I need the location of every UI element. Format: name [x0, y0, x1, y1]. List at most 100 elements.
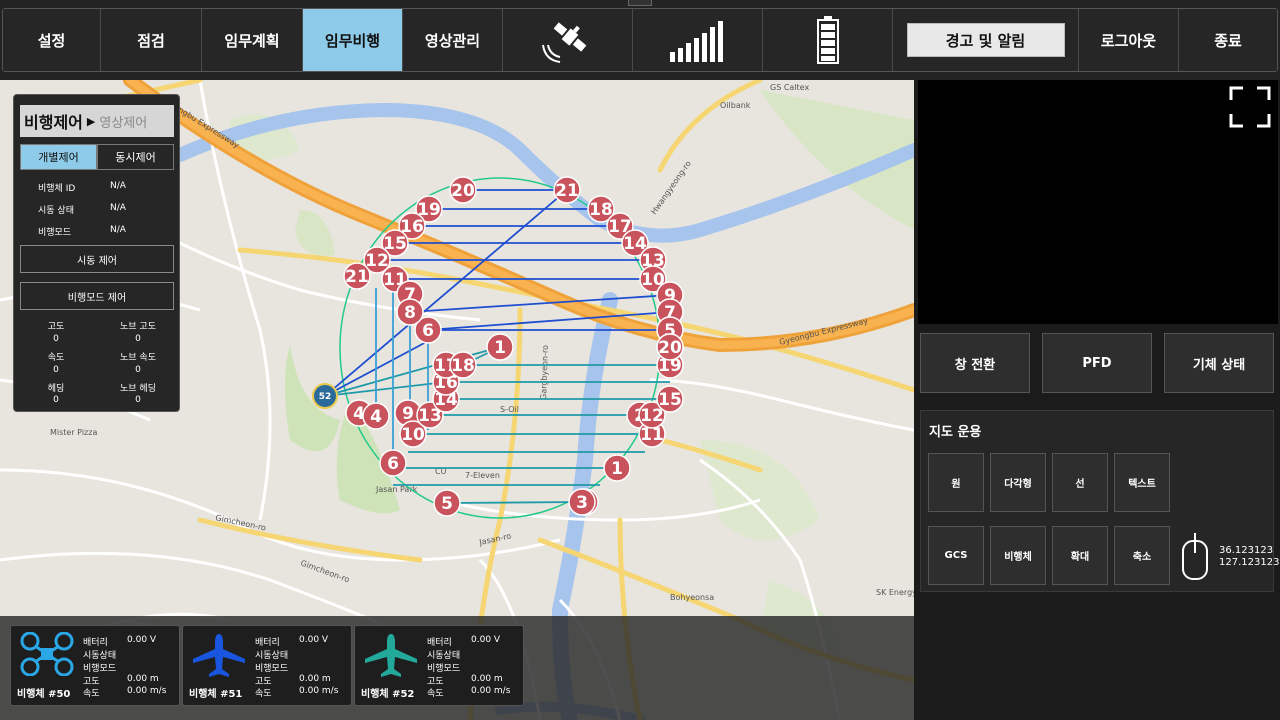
- battery-value: 0.00 V: [299, 635, 329, 645]
- speed-value: 0.00 m/s: [471, 686, 511, 696]
- waypoint-inner-15[interactable]: 15: [656, 385, 684, 413]
- flight-mode-control-button[interactable]: 비행모드 제어: [20, 282, 174, 310]
- waypoint-outer-21[interactable]: 21: [553, 176, 581, 204]
- vehicle-name: 비행체 #50: [17, 689, 71, 700]
- cursor-longitude: 127.123123: [1219, 557, 1280, 568]
- vehicle-status-button[interactable]: 기체 상태: [1164, 333, 1274, 393]
- draw-circle-button[interactable]: 원: [928, 453, 984, 512]
- draw-text-button[interactable]: 텍스트: [1114, 453, 1170, 512]
- start-control-button[interactable]: 시동 제어: [20, 245, 174, 273]
- vehicle-card-51[interactable]: 비행체 #51 배터리 0.00 V 시동상태 비행모드 고도 0.00 m 속도 0.00 m…: [182, 625, 352, 706]
- waypoint-label: 21: [345, 267, 369, 287]
- waypoint-inner-8[interactable]: 8: [396, 298, 424, 326]
- flight-control-title[interactable]: 비행제어: [24, 109, 83, 133]
- vehicle-name: 비행체 #52: [361, 689, 415, 700]
- drone-marker-label: 52: [319, 392, 332, 402]
- start-state-label: 시동상태: [83, 651, 117, 661]
- info-label: 비행체 ID: [38, 184, 76, 194]
- waypoint-inner-6[interactable]: 6: [379, 449, 407, 477]
- battery-icon: [763, 9, 893, 71]
- fullscreen-icon[interactable]: [1229, 86, 1271, 128]
- waypoint-label: 15: [658, 390, 682, 410]
- tel-knob-alt-value: 0: [135, 334, 141, 344]
- info-value: N/A: [110, 203, 126, 213]
- video-control-title[interactable]: 영상제어: [99, 112, 147, 131]
- speed-label: 속도: [255, 689, 272, 699]
- pfd-button[interactable]: PFD: [1042, 333, 1152, 393]
- draw-line-button[interactable]: 선: [1052, 453, 1108, 512]
- waypoint-outer-20[interactable]: 20: [449, 176, 477, 204]
- info-label: 시동 상태: [38, 206, 74, 216]
- map-label-skenergy: SK Energy: [876, 588, 914, 597]
- map-label-gimcheon2: Gimcheon-ro: [299, 558, 351, 584]
- waypoint-inner-21[interactable]: 21: [343, 262, 371, 290]
- exit-button[interactable]: 종료: [1179, 9, 1277, 71]
- map-label-mister-pizza: Mister Pizza: [50, 428, 97, 437]
- tel-speed-label: 속도: [47, 353, 65, 363]
- tel-knob-alt-label: 노브 고도: [120, 322, 156, 332]
- airplane-icon: [363, 632, 419, 682]
- altitude-value: 0.00 m: [471, 674, 503, 684]
- tab-simultaneous-control[interactable]: 동시제어: [97, 144, 174, 170]
- window-grip[interactable]: [628, 0, 652, 6]
- start-state-label: 시동상태: [427, 651, 461, 661]
- menu-video-management[interactable]: 영상관리: [403, 9, 503, 71]
- zoom-out-button[interactable]: 축소: [1114, 526, 1170, 585]
- battery-value: 0.00 V: [127, 635, 157, 645]
- video-feed-panel[interactable]: [918, 80, 1278, 324]
- drone-52-marker[interactable]: 52: [312, 383, 338, 409]
- speed-value: 0.00 m/s: [127, 686, 167, 696]
- top-menu-bar: 설정 점검 임무계획 임무비행 영상관리 경고 및 알림 로그아웃 종료: [0, 0, 1280, 80]
- waypoint-label: 21: [555, 181, 579, 201]
- draw-polygon-button[interactable]: 다각형: [990, 453, 1046, 512]
- speed-label: 속도: [83, 689, 100, 699]
- start-state-label: 시동상태: [255, 651, 289, 661]
- tel-alt-label: 고도: [47, 322, 65, 332]
- logout-button[interactable]: 로그아웃: [1079, 9, 1179, 71]
- map-label-soil: S-Oil: [500, 405, 519, 414]
- menu-mission-plan[interactable]: 임무계획: [202, 9, 303, 71]
- menu-inspection[interactable]: 점검: [101, 9, 202, 71]
- flight-control-panel: 비행제어 ▶ 영상제어 개별제어 동시제어 비행체 ID N/A 시동 상태 N…: [13, 94, 180, 412]
- map-label-gargbyeon: Gargbyeon-ro: [539, 345, 550, 400]
- waypoint-inner-20[interactable]: 20: [656, 333, 684, 361]
- alert-button[interactable]: 경고 및 알림: [906, 23, 1065, 57]
- zoom-in-button[interactable]: 확대: [1052, 526, 1108, 585]
- control-mode-header[interactable]: 비행제어 ▶ 영상제어: [20, 105, 174, 137]
- vehicle-card-52[interactable]: 비행체 #52 배터리 0.00 V 시동상태 비행모드 고도 0.00 m 속도 0.00 m…: [354, 625, 524, 706]
- map-label-oilbank: Oilbank: [720, 101, 751, 110]
- waypoint-inner-1[interactable]: 1: [486, 333, 514, 361]
- tel-heading-value: 0: [53, 395, 59, 405]
- waypoint-outer-1[interactable]: 1: [603, 454, 631, 482]
- info-row-start-state: 시동 상태 N/A: [20, 203, 174, 216]
- battery-label: 배터리: [83, 638, 108, 648]
- map-label-bohyeonsa: Bohyeonsa: [670, 593, 714, 602]
- vehicle-card-50[interactable]: 비행체 #50 배터리 0.00 V 시동상태 비행모드 고도 0.00 m 속도 0.00 m…: [10, 625, 180, 706]
- waypoint-label: 5: [441, 494, 453, 514]
- waypoint-inner-3[interactable]: 3: [568, 488, 596, 516]
- satellite-icon: [503, 9, 633, 71]
- waypoint-inner-18[interactable]: 18: [449, 351, 477, 379]
- waypoint-inner-5[interactable]: 5: [433, 489, 461, 517]
- flight-mode-label: 비행모드: [255, 664, 289, 674]
- menu-mission-flight[interactable]: 임무비행: [303, 9, 403, 71]
- vehicle-button[interactable]: 비행체: [990, 526, 1046, 585]
- battery-label: 배터리: [427, 638, 452, 648]
- info-label: 비행모드: [38, 228, 72, 238]
- waypoint-label: 18: [451, 356, 475, 376]
- play-arrow-icon: ▶: [86, 114, 96, 128]
- map-label-hwangyeong: Hwangyeong-ro: [649, 159, 693, 216]
- waypoint-inner-4[interactable]: 4: [362, 402, 390, 430]
- speed-value: 0.00 m/s: [299, 686, 339, 696]
- tab-individual-control[interactable]: 개별제어: [20, 144, 97, 170]
- altitude-value: 0.00 m: [299, 674, 331, 684]
- gcs-button[interactable]: GCS: [928, 526, 984, 585]
- menu-settings[interactable]: 설정: [3, 9, 101, 71]
- info-row-vehicle-id: 비행체 ID N/A: [20, 181, 174, 194]
- mouse-icon: [1182, 533, 1208, 580]
- waypoint-label: 3: [576, 493, 588, 513]
- switch-window-button[interactable]: 창 전환: [920, 333, 1030, 393]
- tel-heading-label: 헤딩: [47, 384, 65, 394]
- tel-knob-speed-value: 0: [135, 365, 141, 375]
- tel-knob-heading-value: 0: [135, 395, 141, 405]
